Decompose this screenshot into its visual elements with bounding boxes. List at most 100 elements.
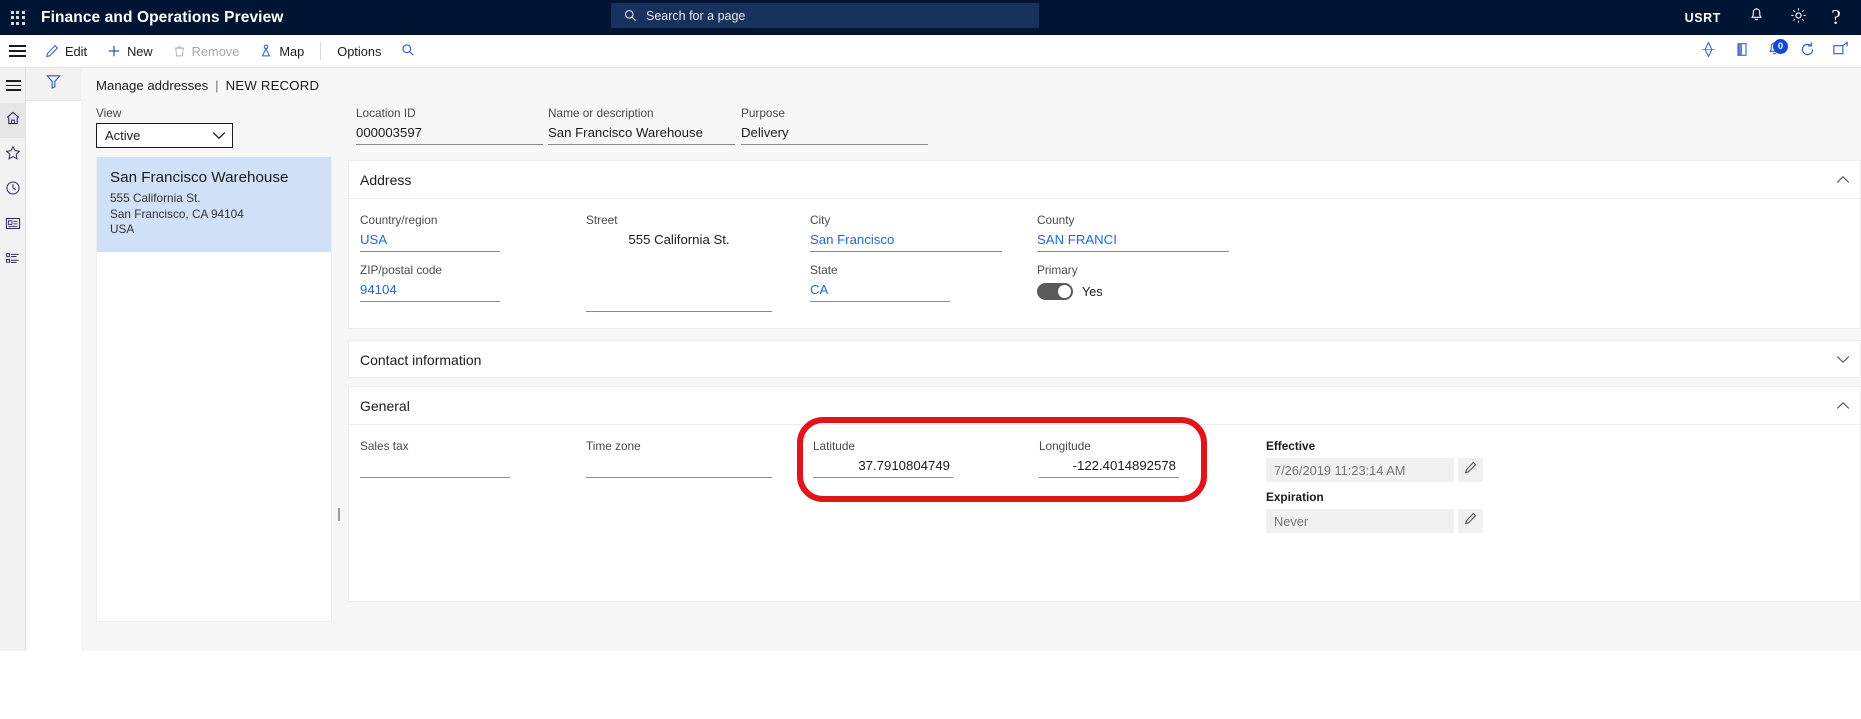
section-contact-information-header[interactable]: Contact information xyxy=(349,341,1860,378)
field-location-id: Location ID 000003597 xyxy=(356,106,543,145)
field-sales-tax-value[interactable] xyxy=(360,453,510,478)
view-select[interactable]: Active xyxy=(96,123,233,148)
address-card-citystate: San Francisco, CA 94104 xyxy=(110,206,244,221)
primary-toggle-value: Yes xyxy=(1082,284,1103,299)
breadcrumb-record-status: NEW RECORD xyxy=(225,78,320,93)
field-longitude-label: Longitude xyxy=(1039,439,1091,453)
field-city-value[interactable]: San Francisco xyxy=(810,227,1002,252)
field-street-label: Street xyxy=(586,213,618,227)
view-select-value: Active xyxy=(105,128,141,143)
app-launcher-icon xyxy=(10,10,25,25)
section-general-header[interactable]: General xyxy=(349,387,1860,424)
field-location-id-label: Location ID xyxy=(356,106,416,120)
hamburger-icon xyxy=(5,77,21,94)
remove-button[interactable]: Remove xyxy=(163,35,250,68)
hamburger-icon xyxy=(9,42,26,60)
field-expiration-control: Never xyxy=(1266,504,1483,533)
notification-badge-count: 0 xyxy=(1773,39,1788,54)
field-name-description-label: Name or description xyxy=(548,106,654,120)
refresh-button[interactable] xyxy=(1791,35,1824,68)
breadcrumb-page-name[interactable]: Manage addresses xyxy=(96,78,208,93)
field-county-label: County xyxy=(1037,213,1075,227)
global-search-box[interactable]: Search for a page xyxy=(611,3,1039,28)
field-country-region-label: Country/region xyxy=(360,213,438,227)
workspace-icon xyxy=(5,216,21,236)
top-navigation-bar: Finance and Operations Preview Search fo… xyxy=(0,0,1861,35)
gear-icon xyxy=(1790,7,1807,29)
command-search-button[interactable] xyxy=(391,35,425,68)
notifications-count-button[interactable]: 0 xyxy=(1758,35,1791,68)
rail-item-recent[interactable] xyxy=(0,173,26,208)
pencil-icon xyxy=(1464,461,1477,479)
help-button[interactable]: ? xyxy=(1819,0,1861,35)
nav-menu-toggle[interactable] xyxy=(0,35,35,68)
book-icon xyxy=(1734,41,1750,63)
chevron-up-icon[interactable] xyxy=(1836,398,1850,413)
notifications-button[interactable] xyxy=(1735,0,1777,35)
field-expiration-edit-button[interactable] xyxy=(1458,509,1483,533)
field-name-description-value[interactable]: San Francisco Warehouse xyxy=(548,120,735,145)
bottom-blank-strip xyxy=(0,651,1861,719)
expand-button[interactable] xyxy=(1824,35,1857,68)
field-effective-edit-button[interactable] xyxy=(1458,458,1483,482)
section-address-header[interactable]: Address xyxy=(349,161,1860,198)
field-street-extra-value[interactable] xyxy=(586,287,772,312)
field-street-value[interactable]: 555 California St. xyxy=(586,227,772,252)
field-latitude-value[interactable]: 37.7910804749 xyxy=(813,453,953,478)
edit-button-label: Edit xyxy=(65,43,88,59)
rail-item-home[interactable] xyxy=(0,103,26,138)
settings-button[interactable] xyxy=(1777,0,1819,35)
section-address-body: Country/region USA Street 555 California… xyxy=(349,198,1860,329)
new-button[interactable]: New xyxy=(97,35,163,68)
field-sales-tax: Sales tax xyxy=(360,439,510,478)
field-county-value[interactable]: SAN FRANCI xyxy=(1037,227,1229,252)
global-search-placeholder: Search for a page xyxy=(646,8,746,23)
primary-toggle[interactable] xyxy=(1037,283,1073,300)
open-in-new-window-button[interactable] xyxy=(1725,35,1758,68)
rail-item-workspaces[interactable] xyxy=(0,208,26,243)
search-icon xyxy=(624,9,637,22)
user-company-label[interactable]: USRT xyxy=(1671,11,1735,25)
page-content: Manage addresses | NEW RECORD View Activ… xyxy=(81,68,1861,651)
chevron-up-icon[interactable] xyxy=(1836,172,1850,187)
field-effective-control: 7/26/2019 11:23:14 AM xyxy=(1266,453,1483,482)
edit-button[interactable]: Edit xyxy=(35,35,97,68)
options-button-label: Options xyxy=(337,43,382,59)
chevron-down-icon[interactable] xyxy=(1836,352,1850,367)
options-button[interactable]: Options xyxy=(327,35,391,68)
rail-item-favorites[interactable] xyxy=(0,138,26,173)
field-expiration-value[interactable]: Never xyxy=(1266,509,1454,533)
top-bar-right-actions: USRT ? xyxy=(1671,0,1861,35)
clock-icon xyxy=(5,180,21,201)
address-list-panel: View Active San Francisco Warehouse 555 … xyxy=(96,106,346,622)
field-longitude-value[interactable]: -122.4014892578 xyxy=(1039,453,1179,478)
field-primary-label: Primary xyxy=(1037,263,1078,277)
field-effective: Effective 7/26/2019 11:23:14 AM xyxy=(1266,439,1483,482)
field-name-description: Name or description San Francisco Wareho… xyxy=(548,106,735,145)
pencil-icon xyxy=(1464,512,1477,530)
address-card-selected[interactable]: San Francisco Warehouse 555 California S… xyxy=(97,157,331,252)
field-street-extra-line xyxy=(586,287,772,312)
rail-item-modules[interactable] xyxy=(0,243,26,278)
section-contact-information: Contact information xyxy=(348,340,1861,378)
question-mark-icon: ? xyxy=(1831,5,1841,29)
field-country-region: Country/region USA xyxy=(360,213,500,252)
attachments-icon xyxy=(1700,40,1717,63)
field-effective-value[interactable]: 7/26/2019 11:23:14 AM xyxy=(1266,458,1454,482)
map-button[interactable]: Map xyxy=(249,35,314,68)
panel-splitter-handle[interactable] xyxy=(336,508,342,522)
field-zip-postal-code: ZIP/postal code 94104 xyxy=(360,263,500,302)
magnifier-icon xyxy=(401,43,415,60)
field-state-value[interactable]: CA xyxy=(810,277,950,302)
field-city-label: City xyxy=(810,213,831,227)
app-launcher-button[interactable] xyxy=(0,0,35,35)
field-purpose-value[interactable]: Delivery xyxy=(741,120,928,145)
field-location-id-value[interactable]: 000003597 xyxy=(356,120,543,145)
field-time-zone-value[interactable] xyxy=(586,453,772,478)
filter-button[interactable] xyxy=(26,68,81,101)
field-street: Street 555 California St. xyxy=(586,213,772,252)
field-country-region-value[interactable]: USA xyxy=(360,227,500,252)
field-zip-postal-code-value[interactable]: 94104 xyxy=(360,277,500,302)
rail-item-hamburger[interactable] xyxy=(0,68,26,103)
attachments-button[interactable] xyxy=(1692,35,1725,68)
